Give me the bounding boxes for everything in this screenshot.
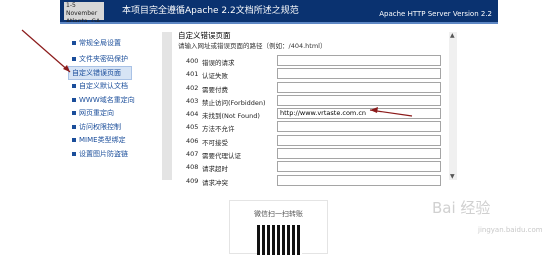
- qr-code-icon: [257, 225, 302, 255]
- watermark-logo: Bai 经验: [432, 199, 491, 217]
- arrowhead-icon: [370, 107, 378, 113]
- watermark-url: jingyan.baidu.com: [478, 226, 543, 234]
- qr-caption: 微信扫一扫转账: [254, 210, 303, 218]
- annotation-arrow-sidebar: [21, 29, 71, 73]
- qr-card: 微信扫一扫转账: [229, 200, 328, 255]
